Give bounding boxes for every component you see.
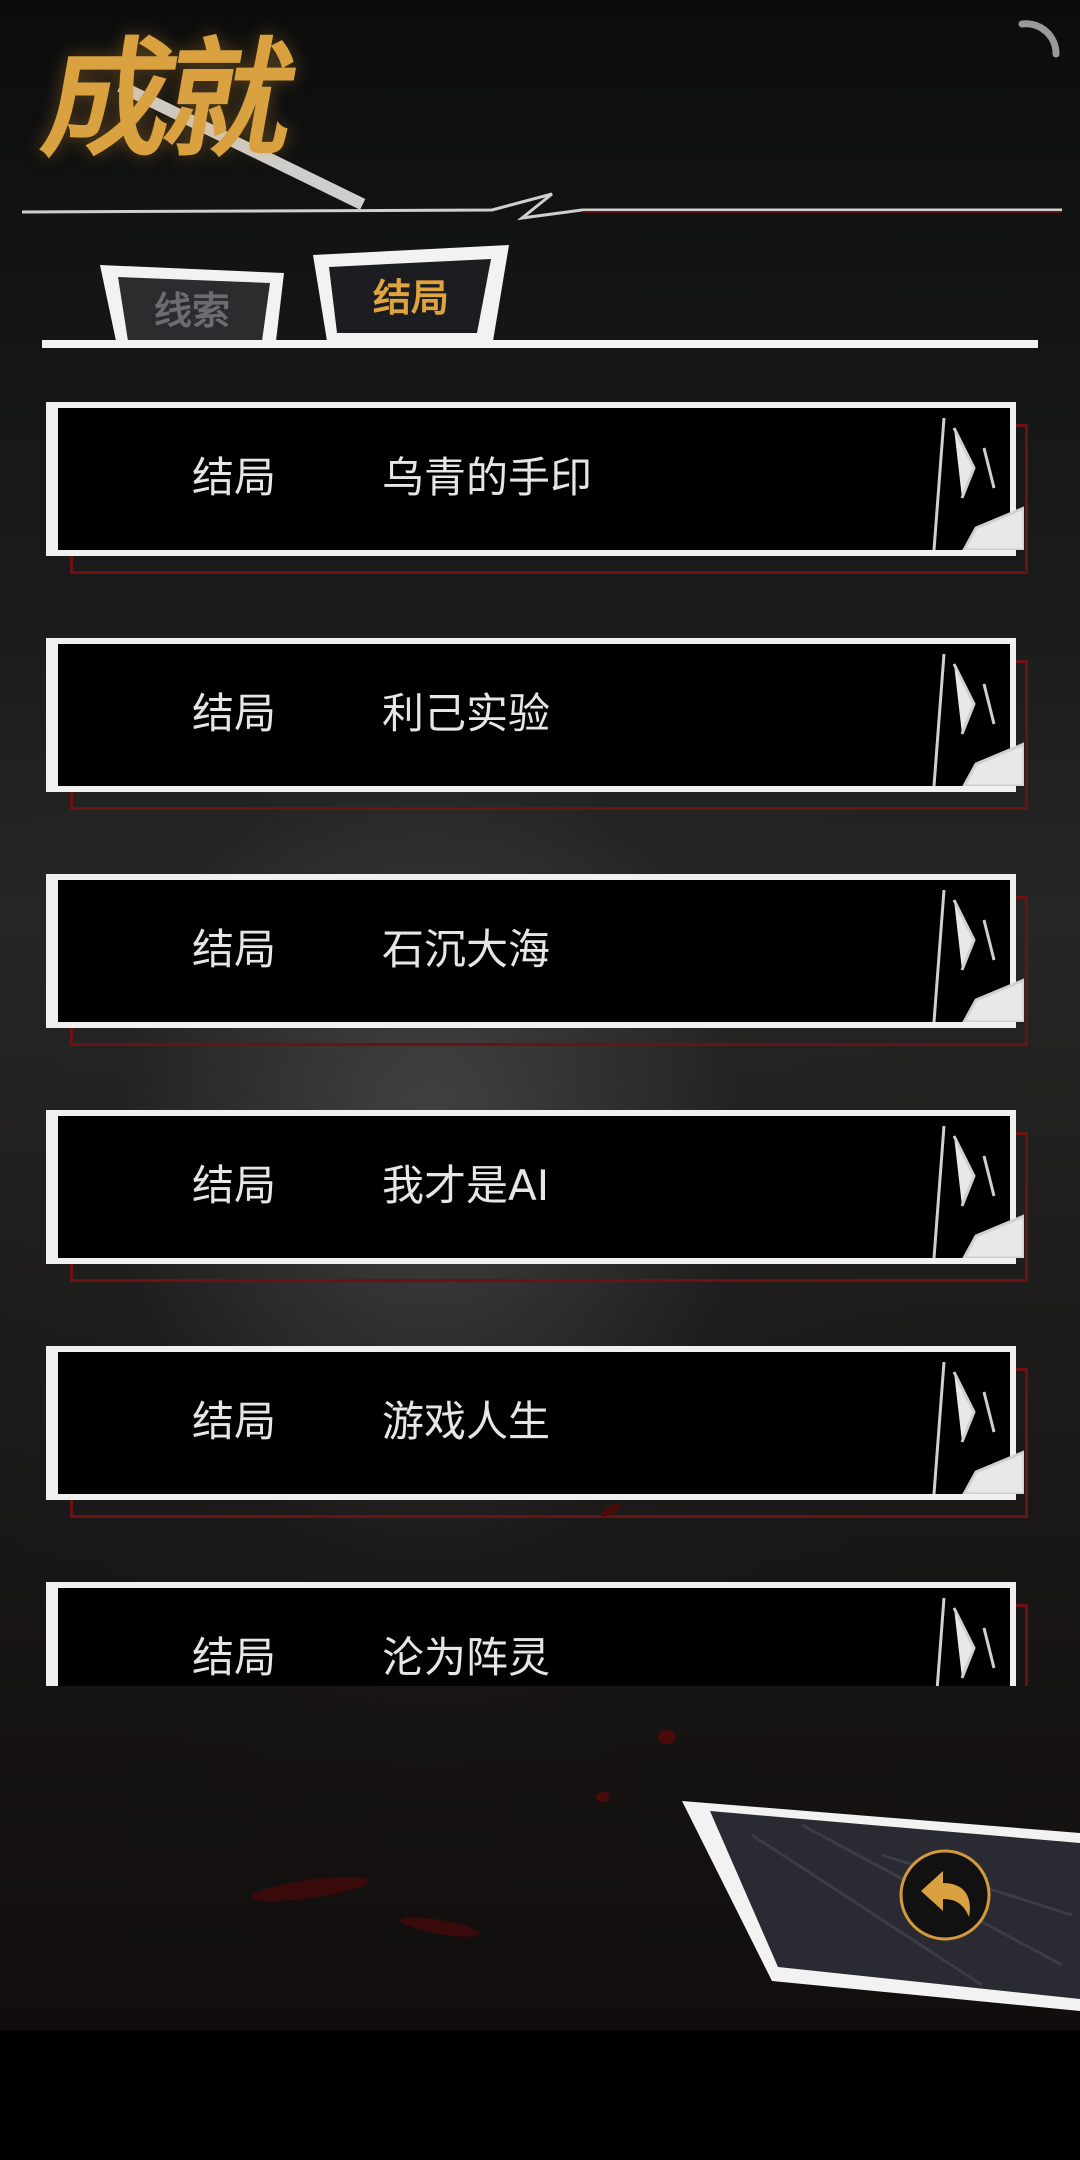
ending-name: 我才是AI — [382, 1161, 550, 1210]
ending-kind-label: 结局 — [192, 1397, 277, 1446]
ending-item[interactable]: 结局 乌青的手印 — [46, 402, 1036, 582]
achievements-screen: 成就 线索 结局 结局 乌青的手印 结局 利己实验 结局 石沉大海 结局 我才是… — [0, 0, 1080, 2030]
tab-underline — [42, 340, 1038, 348]
blood-splatter — [249, 1871, 371, 1907]
ending-name: 沦为阵灵 — [382, 1633, 551, 1682]
card-grunge-decoration — [932, 653, 1024, 786]
card-grunge-decoration — [932, 1361, 1024, 1494]
loading-spinner-icon — [1018, 20, 1060, 58]
ending-kind-label: 结局 — [192, 453, 277, 502]
ending-item[interactable]: 结局 我才是AI — [46, 1110, 1036, 1290]
page-title-text: 成就 — [32, 26, 300, 175]
ending-kind-label: 结局 — [192, 1633, 277, 1682]
tab-clues[interactable]: 线索 — [100, 245, 284, 341]
header-divider — [22, 192, 1062, 221]
tab-endings-label: 结局 — [372, 276, 449, 320]
card-grunge-decoration — [932, 889, 1024, 1022]
blood-splatter — [399, 1913, 481, 1941]
ending-item[interactable]: 结局 沦为阵灵 — [46, 1582, 1036, 1686]
ending-kind-label: 结局 — [192, 1161, 277, 1210]
tab-endings[interactable]: 结局 — [313, 245, 509, 341]
card-grunge-decoration — [932, 1125, 1024, 1258]
ending-name: 游戏人生 — [382, 1397, 551, 1446]
ending-name: 乌青的手印 — [382, 453, 593, 502]
endings-list[interactable]: 结局 乌青的手印 结局 利己实验 结局 石沉大海 结局 我才是AI 结局 游戏人… — [0, 400, 1080, 1686]
page-title: 成就 — [33, 20, 380, 210]
ending-item[interactable]: 结局 石沉大海 — [46, 874, 1036, 1054]
ending-item[interactable]: 结局 利己实验 — [46, 638, 1036, 818]
back-arrow-icon — [899, 1849, 991, 1941]
card-grunge-decoration — [932, 417, 1024, 550]
ending-kind-label: 结局 — [192, 689, 277, 738]
back-panel — [682, 1801, 1080, 2011]
blood-splatter — [596, 1792, 610, 1802]
bottom-black-bar — [0, 2030, 1080, 2160]
back-button[interactable] — [897, 1847, 993, 1943]
blood-splatter — [658, 1730, 676, 1744]
ending-name: 利己实验 — [382, 689, 551, 738]
tab-clues-label: 线索 — [153, 289, 230, 333]
ending-item[interactable]: 结局 游戏人生 — [46, 1346, 1036, 1526]
ending-name: 石沉大海 — [382, 925, 551, 974]
ending-kind-label: 结局 — [192, 925, 277, 974]
card-grunge-decoration — [935, 1597, 996, 1686]
